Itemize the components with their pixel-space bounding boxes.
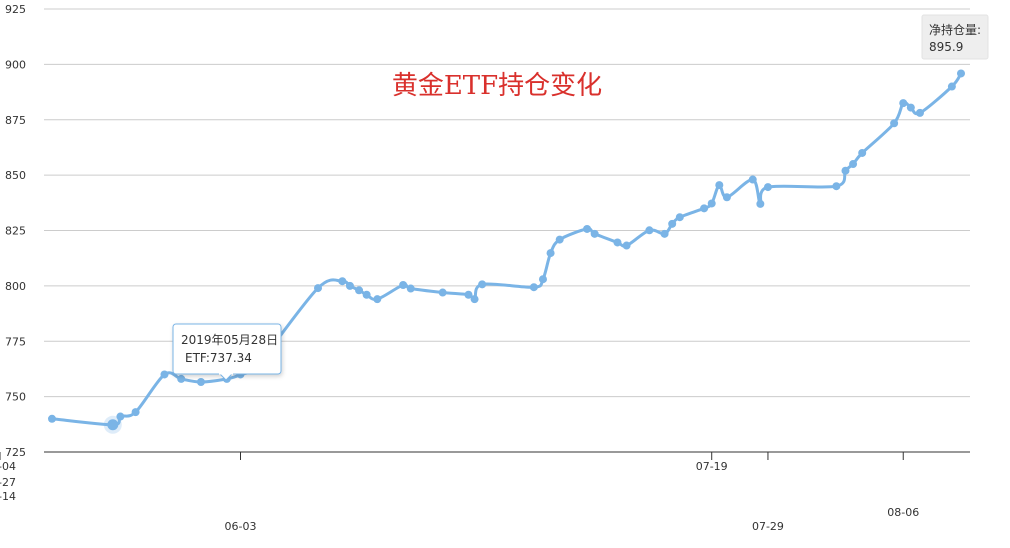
data-point[interactable]: [160, 370, 169, 379]
x-tick-label: 09-04: [0, 460, 16, 473]
x-tick-label: 06-03: [225, 520, 257, 533]
y-tick-label: 750: [5, 391, 26, 404]
data-point[interactable]: [841, 166, 850, 175]
data-point[interactable]: [756, 199, 765, 208]
data-point[interactable]: [906, 103, 915, 112]
y-tick-label: 800: [5, 280, 26, 293]
data-point[interactable]: [338, 277, 347, 286]
data-point[interactable]: [583, 224, 592, 233]
x-tick-label: 08-14: [0, 490, 16, 503]
y-tick-label: 725: [5, 446, 26, 459]
tooltip-net-label: 净持仓量:: [929, 22, 981, 37]
y-tick-label: 900: [5, 58, 26, 71]
tooltip-date: 2019年05月28日: [181, 333, 278, 347]
data-point[interactable]: [406, 284, 415, 293]
etf-holdings-chart: 725 750 775 800 825 850 875 900 925 06-03 07-19 07…: [0, 3, 989, 533]
y-tick-label: 875: [5, 114, 26, 127]
data-point[interactable]: [177, 374, 186, 383]
x-axis: 06-03 07-19 07-29 08-06 08-1408-27 09-04: [0, 451, 970, 533]
data-point[interactable]: [849, 160, 858, 169]
data-point[interactable]: [470, 295, 479, 304]
data-point[interactable]: [438, 288, 447, 297]
data-point[interactable]: [858, 148, 867, 157]
tooltip-net-holdings: 净持仓量: 895.9: [921, 14, 989, 60]
data-point[interactable]: [957, 69, 965, 78]
chart-title: 黄金ETF持仓变化: [392, 71, 602, 101]
data-point[interactable]: [748, 175, 757, 184]
tooltip-may28: 2019年05月28日 ETF:737.34: [172, 323, 282, 381]
data-point[interactable]: [613, 238, 622, 247]
data-point[interactable]: [314, 284, 323, 293]
data-point[interactable]: [590, 229, 599, 238]
y-axis-tick-labels: 725 750 775 800 825 850 875 900 925: [5, 3, 26, 459]
y-tick-label: 850: [5, 169, 26, 182]
tooltip-pointer-mask: [219, 372, 233, 375]
data-point[interactable]: [355, 286, 364, 295]
y-tick-label: 825: [5, 225, 26, 238]
y-tick-label: 925: [5, 3, 26, 16]
data-point[interactable]: [722, 193, 731, 202]
data-point[interactable]: [707, 199, 716, 208]
data-point[interactable]: [763, 183, 772, 192]
data-point[interactable]: [546, 249, 555, 258]
data-point[interactable]: [48, 414, 56, 423]
data-point[interactable]: [660, 229, 669, 238]
x-tick-label: 07-29: [752, 520, 784, 533]
data-point[interactable]: [399, 280, 408, 289]
tooltip-value: ETF:737.34: [185, 351, 252, 365]
tooltip-net-value: 895.9: [929, 40, 963, 54]
data-point[interactable]: [668, 219, 677, 228]
data-point[interactable]: [362, 290, 371, 299]
data-point[interactable]: [373, 295, 382, 304]
data-point[interactable]: [899, 99, 908, 108]
data-point[interactable]: [196, 378, 205, 387]
x-tick-label: 08-06: [887, 506, 919, 519]
data-point[interactable]: [538, 275, 547, 284]
data-point[interactable]: [131, 408, 140, 417]
data-point[interactable]: [345, 281, 354, 290]
data-point[interactable]: [478, 280, 487, 289]
data-point-highlight[interactable]: [107, 419, 119, 431]
data-point[interactable]: [700, 204, 709, 213]
data-point[interactable]: [832, 182, 841, 191]
data-point[interactable]: [555, 235, 564, 244]
data-point[interactable]: [645, 226, 654, 235]
data-point[interactable]: [947, 82, 956, 91]
data-point[interactable]: [715, 181, 724, 190]
data-point[interactable]: [890, 119, 899, 128]
data-point[interactable]: [622, 241, 631, 250]
x-tick-label: 08-27: [0, 476, 16, 489]
data-point[interactable]: [675, 213, 684, 222]
x-tick-label: 07-19: [696, 460, 728, 473]
data-point[interactable]: [116, 412, 125, 421]
y-tick-label: 775: [5, 335, 26, 348]
data-point[interactable]: [529, 283, 538, 292]
data-point[interactable]: [915, 108, 924, 117]
